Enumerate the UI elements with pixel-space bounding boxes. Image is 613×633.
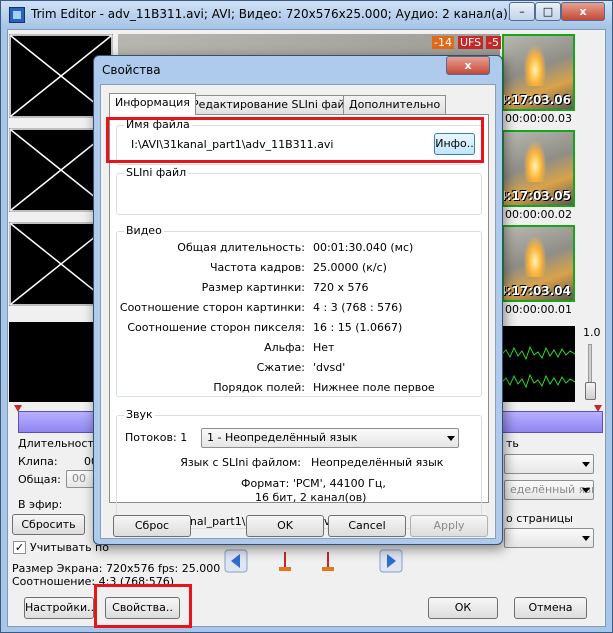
frame-thumbnail[interactable]: 14:17:03.06: [502, 34, 575, 111]
frame-thumbnail[interactable]: 14:17:03.04: [502, 225, 575, 302]
close-button[interactable]: x: [561, 2, 605, 21]
video-group: Видео Общая длительность: 00:01:30.040 (…: [116, 224, 482, 397]
tab-advanced[interactable]: Дополнительно: [343, 95, 447, 114]
audio-format-line1: Формат: 'PCM', 44100 Гц,: [241, 477, 386, 490]
cancel-button[interactable]: Отмена: [514, 597, 587, 619]
window-titlebar[interactable]: Trim Editor - adv_11B311.avi; AVI; Видео…: [1, 1, 612, 29]
window-title: Trim Editor - adv_11B311.avi; AVI; Видео…: [31, 7, 573, 21]
frame-thumbnail[interactable]: 14:17:03.05: [502, 130, 575, 207]
settings-button[interactable]: Настройки..: [24, 597, 94, 619]
highlight-properties-button: [94, 584, 192, 628]
volume-slider-thumb[interactable]: [585, 382, 596, 400]
video-field-order-value: Нижнее поле первое: [313, 381, 435, 394]
video-framerate-value: 25.0000 (к/с): [313, 261, 387, 274]
page-label: о страницы: [506, 512, 573, 525]
video-pixel-aspect-value: 16 : 15 (1.0667): [313, 321, 403, 334]
waveform-icon: [502, 345, 575, 389]
audio-format-line2: 16 бит, 2 канал(ов): [255, 491, 367, 504]
thumbnail-timestamp: 14:17:03.05: [504, 189, 571, 203]
right-group-title: ть: [506, 437, 519, 450]
audio-stream-select[interactable]: 1 - Неопределённый язык: [201, 428, 459, 448]
tab-information[interactable]: Информация: [109, 93, 196, 115]
video-framerate-label: Частота кадров:: [209, 261, 305, 274]
chevron-down-icon: [582, 536, 590, 541]
tab-slini-editing[interactable]: Редактирование SLIni файла: [186, 95, 365, 114]
highlight-file-name-group: [106, 117, 484, 163]
right-combo-2[interactable]: еделённый язы: [504, 480, 594, 500]
chevron-down-icon: [582, 462, 590, 467]
reset-button[interactable]: Сбросить: [12, 514, 85, 535]
audio-slini-lang-value: Неопределённый язык: [311, 456, 444, 469]
on-air-label: В эфир:: [18, 498, 63, 511]
timeline-end-marker-icon[interactable]: [594, 405, 602, 412]
duration-label: Длительность: [18, 437, 101, 450]
video-size-value: 720 x 576: [313, 281, 369, 294]
dialog-close-button[interactable]: x: [446, 56, 490, 75]
audio-waveform-right: [502, 326, 575, 402]
dialog-apply-button[interactable]: Apply: [410, 515, 488, 537]
thumbnail-timestamp: 14:17:03.06: [504, 93, 571, 107]
preview-badge: -5: [486, 36, 501, 49]
page-combo[interactable]: [504, 528, 594, 548]
marker-out-icon[interactable]: [379, 549, 403, 573]
thumbnail-timecode: 00:00:00.01: [505, 303, 572, 316]
total-field[interactable]: 00: [66, 470, 96, 488]
dialog-reset-button[interactable]: Сброс: [113, 515, 191, 537]
right-combo-1[interactable]: [504, 454, 594, 474]
marker-cut-icon[interactable]: [316, 549, 340, 573]
consider-checkbox[interactable]: ✓: [13, 541, 26, 554]
video-picture-aspect-value: 4 : 3 (768 : 576): [313, 301, 403, 314]
video-duration-value: 00:01:30.040 (мс): [313, 241, 414, 254]
marker-in-icon[interactable]: [224, 549, 248, 573]
video-alpha-value: Нет: [313, 341, 335, 354]
dialog-ok-button[interactable]: OK: [246, 515, 324, 537]
video-compression-value: 'dvsd': [313, 361, 346, 374]
chevron-down-icon: [582, 488, 590, 493]
app-icon: [9, 7, 25, 23]
ok-button[interactable]: ОК: [428, 597, 498, 619]
screen-size-text: Размер Экрана: 720x576 fps: 25.000: [12, 562, 221, 575]
chevron-down-icon: [447, 436, 455, 441]
timeline-start-marker-icon[interactable]: [14, 405, 22, 412]
preview-badge: -14: [432, 36, 454, 49]
dialog-cancel-button[interactable]: Cancel: [328, 515, 406, 537]
minimize-button[interactable]: –: [509, 2, 535, 21]
clip-label: Клипа:: [18, 455, 58, 468]
slini-group-label: SLIni файл: [124, 166, 189, 179]
video-compression-label: Сжатие:: [256, 361, 305, 374]
dialog-title: Свойства: [102, 63, 161, 77]
preview-badge: UFS: [458, 36, 484, 49]
video-duration-label: Общая длительность:: [177, 241, 305, 254]
marker-cut-icon[interactable]: [273, 549, 297, 573]
audio-streams-label: Потоков: 1: [125, 431, 188, 444]
maximize-button[interactable]: □: [535, 2, 561, 21]
thumbnail-timestamp: 14:17:03.04: [504, 284, 571, 298]
thumbnail-timecode: 00:00:00.02: [505, 208, 572, 221]
video-pixel-aspect-label: Соотношение сторон пикселя:: [127, 321, 305, 334]
information-panel: Имя файла I:\AVI\31kanal_part1\adv_11B31…: [109, 114, 489, 529]
video-picture-aspect-label: Соотношение сторон картинки:: [119, 301, 305, 314]
total-label: Общая:: [18, 473, 61, 486]
audio-group-label: Звук: [124, 408, 155, 421]
video-alpha-label: Альфа:: [264, 341, 305, 354]
video-group-label: Видео: [124, 224, 164, 237]
slini-group: SLIni файл: [116, 166, 482, 215]
volume-label: 1.0: [583, 326, 601, 339]
audio-group: Звук Потоков: 1 1 - Неопределённый язык …: [116, 408, 482, 529]
audio-slini-lang-label: Язык с SLIni файлом:: [180, 456, 301, 469]
video-field-order-label: Порядок полей:: [213, 381, 305, 394]
video-size-label: Размер картинки:: [201, 281, 305, 294]
thumbnail-timecode: 00:00:00.03: [505, 112, 572, 125]
